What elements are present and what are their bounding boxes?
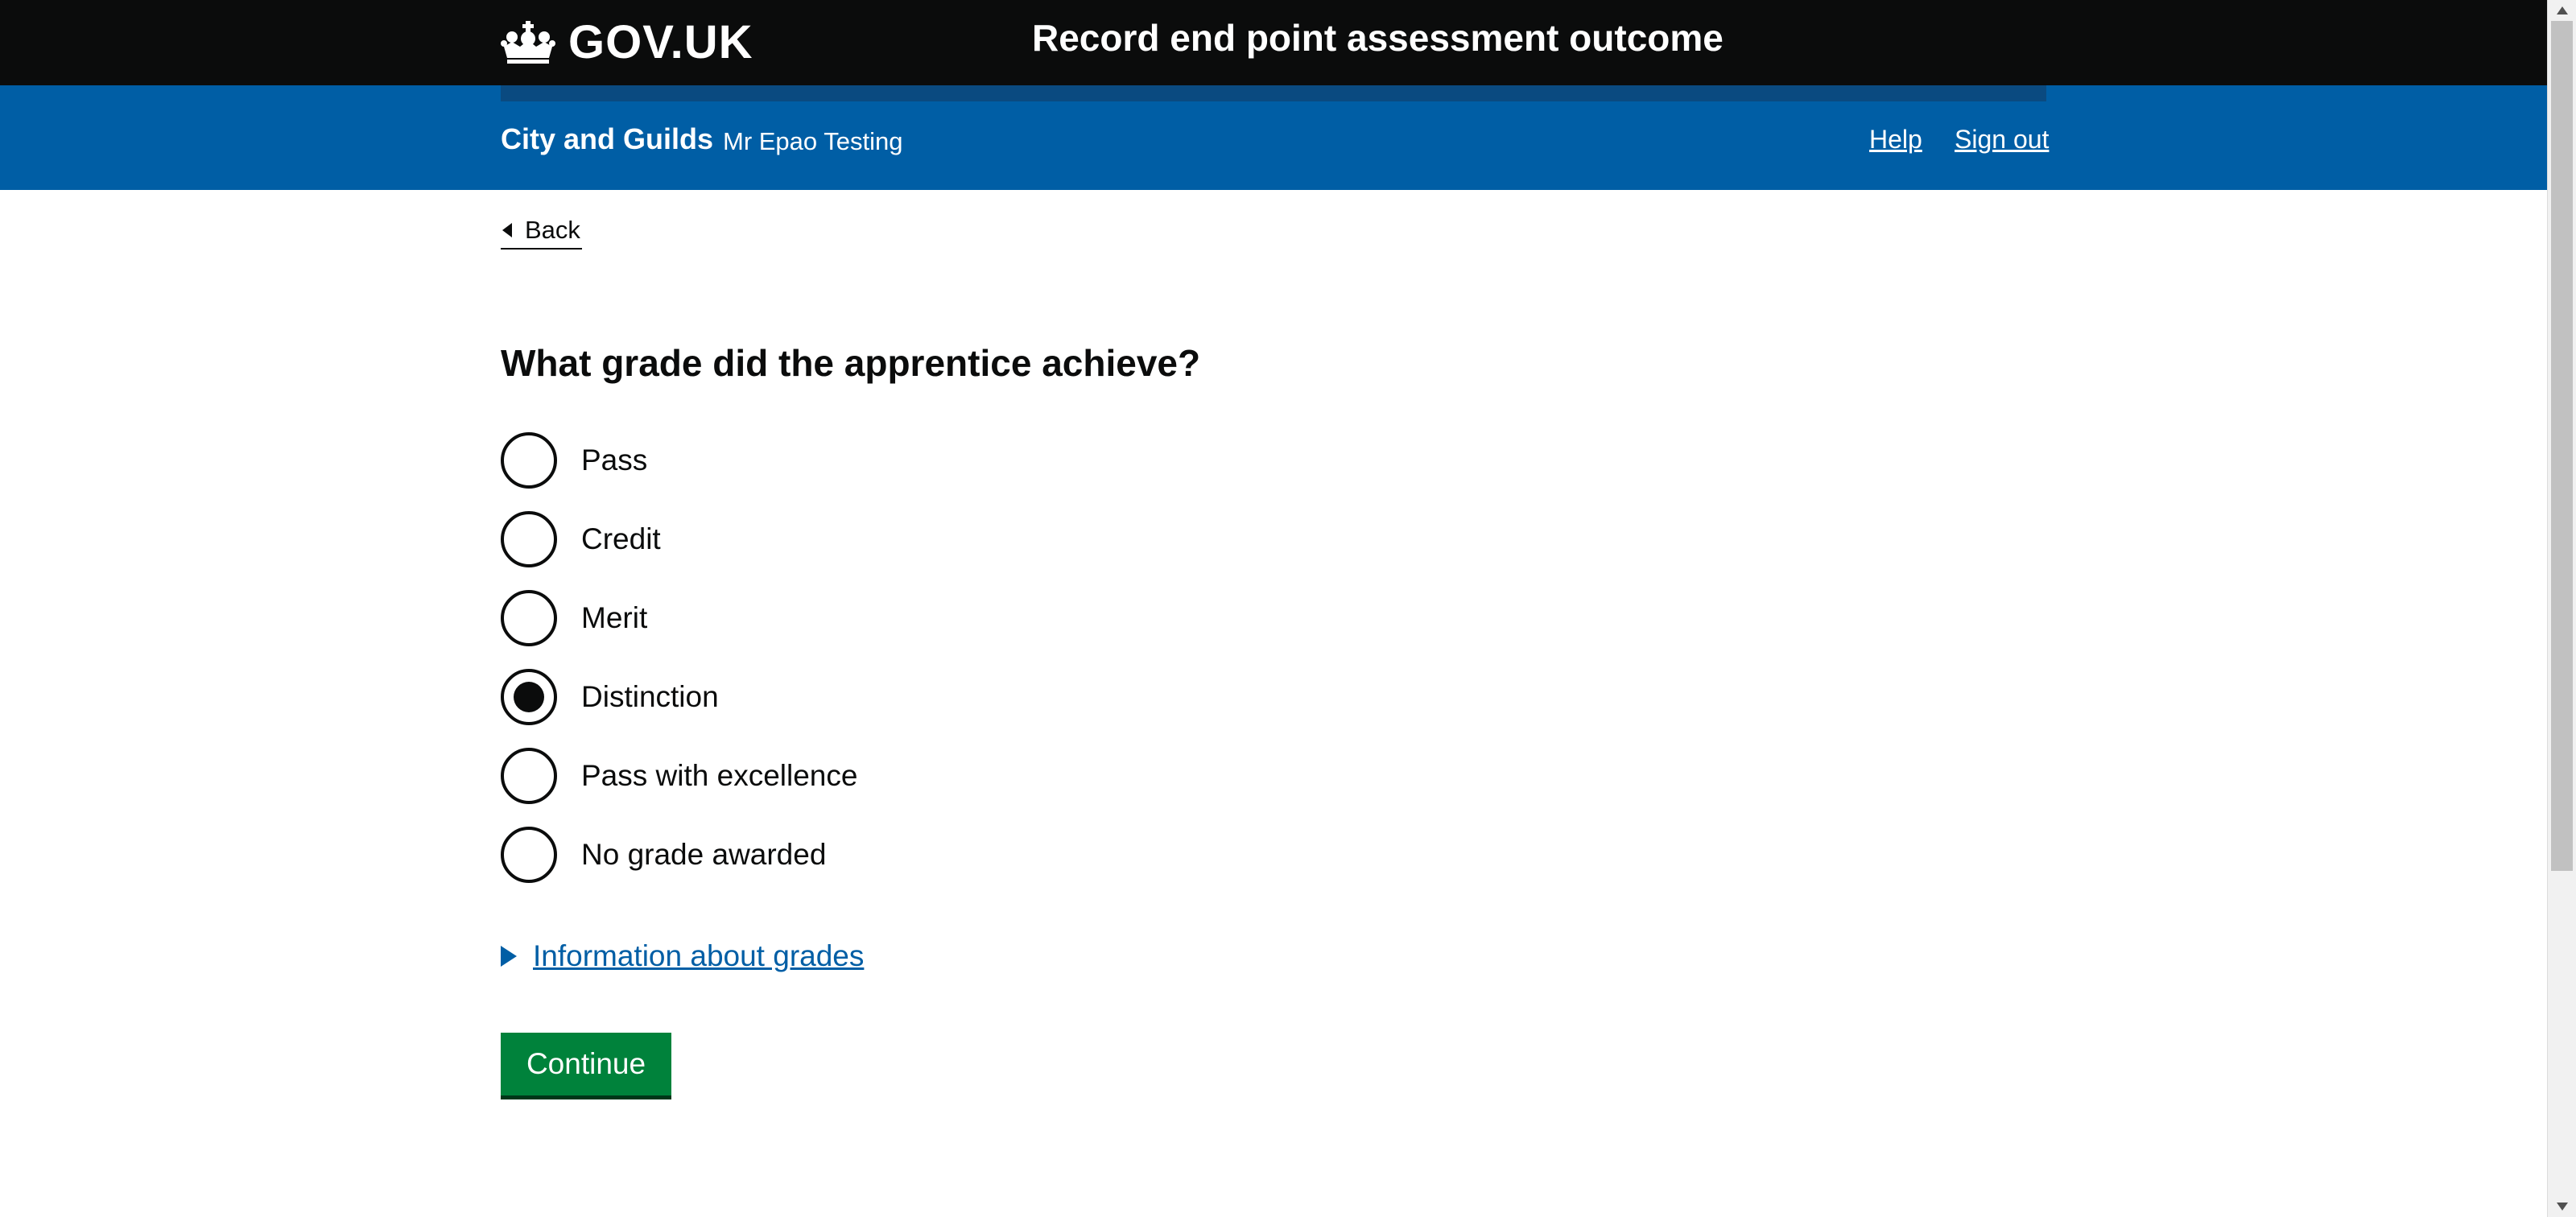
user-name: Mr Epao Testing — [723, 127, 903, 155]
organisation-name: City and Guilds — [501, 122, 714, 155]
sign-out-link[interactable]: Sign out — [1955, 125, 2049, 155]
govuk-logo-text: GOV.UK — [568, 15, 753, 68]
crown-icon — [501, 21, 555, 64]
radio-option-distinction[interactable]: Distinction — [501, 666, 719, 728]
page: GOV.UK Record end point assessment outco… — [0, 0, 2547, 1217]
back-link-label: Back — [525, 216, 580, 244]
radio-label[interactable]: Pass with excellence — [581, 759, 857, 793]
radio-button-selected[interactable] — [501, 669, 557, 725]
radio-button[interactable] — [501, 748, 557, 804]
radio-option-no-grade[interactable]: No grade awarded — [501, 823, 826, 886]
triangle-right-icon — [501, 946, 517, 967]
vertical-scrollbar[interactable] — [2547, 0, 2576, 1217]
back-link[interactable]: Back — [501, 212, 582, 250]
scroll-down-icon[interactable] — [2557, 1203, 2568, 1211]
radio-option-pass[interactable]: Pass — [501, 429, 647, 492]
scrollbar-thumb[interactable] — [2551, 21, 2573, 871]
question-heading: What grade did the apprentice achieve? — [501, 342, 1201, 384]
radio-label[interactable]: Distinction — [581, 680, 719, 714]
service-name[interactable]: Record end point assessment outcome — [1032, 16, 1724, 60]
govuk-header: GOV.UK Record end point assessment outco… — [0, 0, 2547, 85]
radio-label[interactable]: Merit — [581, 601, 647, 635]
radio-button[interactable] — [501, 827, 557, 883]
radio-button[interactable] — [501, 511, 557, 567]
continue-button[interactable]: Continue — [501, 1033, 671, 1095]
govuk-logo-link[interactable]: GOV.UK — [501, 14, 753, 69]
radio-button[interactable] — [501, 432, 557, 489]
radio-label[interactable]: Pass — [581, 443, 647, 477]
radio-selected-dot — [514, 682, 544, 712]
grades-info-details[interactable]: Information about grades — [501, 937, 864, 976]
header-divider — [501, 85, 2046, 101]
chevron-left-icon — [502, 223, 512, 237]
scroll-up-icon[interactable] — [2557, 6, 2568, 14]
help-link[interactable]: Help — [1869, 125, 1922, 155]
radio-button[interactable] — [501, 590, 557, 646]
radio-option-credit[interactable]: Credit — [501, 508, 661, 571]
grades-info-summary[interactable]: Information about grades — [533, 939, 864, 973]
radio-option-pass-with-excellence[interactable]: Pass with excellence — [501, 745, 857, 807]
radio-option-merit[interactable]: Merit — [501, 587, 647, 650]
radio-label[interactable]: No grade awarded — [581, 838, 826, 872]
radio-label[interactable]: Credit — [581, 522, 661, 556]
